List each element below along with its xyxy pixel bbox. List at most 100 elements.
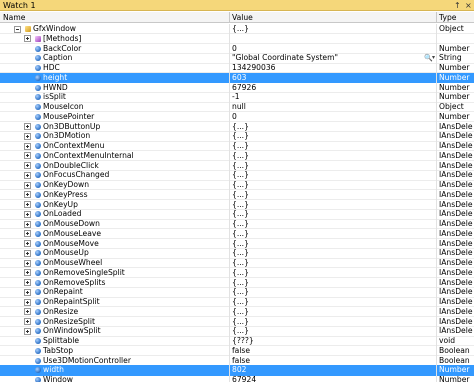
watch-row[interactable]: TabStop false Boolean (0, 345, 474, 356)
column-header-value[interactable]: Value (229, 12, 253, 23)
watch-row[interactable]: Window 67924 Number (0, 375, 474, 382)
expand-icon[interactable] (24, 142, 31, 150)
expand-icon[interactable] (24, 152, 31, 160)
magnifier-icon[interactable]: 🔍 (424, 53, 433, 63)
watch-row[interactable]: MousePointer 0 Number (0, 111, 474, 122)
watch-row[interactable]: OnContextMenuInternal {...} IAnsDele (0, 150, 474, 161)
row-value-cell[interactable]: {...} (229, 277, 436, 288)
expand-icon[interactable] (24, 35, 31, 43)
row-value-cell[interactable]: false (229, 345, 436, 356)
column-header-type[interactable]: Type (436, 12, 456, 23)
row-value-cell[interactable]: {...} (229, 209, 436, 220)
expand-icon[interactable] (24, 327, 31, 335)
row-value-cell[interactable]: {...} (229, 150, 436, 161)
expand-icon[interactable] (24, 318, 31, 325)
watch-row[interactable]: OnRemoveSplits {...} IAnsDele (0, 277, 474, 288)
expand-icon[interactable] (24, 210, 31, 218)
watch-row[interactable]: OnMouseDown {...} IAnsDele (0, 219, 474, 230)
watch-row[interactable]: OnResizeSplit {...} IAnsDele (0, 316, 474, 327)
collapse-icon[interactable] (14, 25, 21, 33)
row-value-cell[interactable]: {...} (229, 131, 436, 142)
row-value-cell[interactable]: {...} (229, 180, 436, 190)
row-value-cell[interactable] (229, 33, 436, 44)
expand-icon[interactable] (24, 298, 31, 306)
row-value-cell[interactable]: 134290036 (229, 63, 436, 73)
watch-row[interactable]: OnMouseWheel {...} IAnsDele (0, 258, 474, 269)
watch-row[interactable]: Splittable {???} void (0, 336, 474, 347)
row-value-cell[interactable]: {...} (229, 170, 436, 181)
watch-row[interactable]: OnKeyDown {...} IAnsDele (0, 180, 474, 191)
expand-icon[interactable] (24, 230, 31, 238)
watch-row[interactable]: OnKeyUp {...} IAnsDele (0, 199, 474, 210)
watch-row[interactable]: isSplit -1 Number (0, 92, 474, 103)
expand-icon[interactable] (24, 132, 31, 140)
expand-icon[interactable] (24, 191, 31, 199)
row-value-cell[interactable]: {...} (229, 199, 436, 210)
column-header-name[interactable]: Name (0, 12, 25, 23)
watch-row[interactable]: Caption "Global Coordinate System" 🔍 ▾ Strin… (0, 53, 474, 64)
expand-icon[interactable] (24, 308, 31, 316)
watch-row[interactable]: On3DMotion {...} IAnsDele (0, 131, 474, 142)
expand-icon[interactable] (24, 123, 31, 130)
expand-icon[interactable] (24, 269, 31, 277)
watch-row[interactable]: OnResize {...} IAnsDele (0, 306, 474, 317)
watch-row[interactable]: Use3DMotionController false Boolean (0, 355, 474, 366)
watch-row[interactable]: OnMouseMove {...} IAnsDele (0, 238, 474, 249)
expand-icon[interactable] (24, 249, 31, 257)
row-value-cell[interactable]: false (229, 355, 436, 366)
watch-row[interactable]: OnRepaintSplit {...} IAnsDele (0, 297, 474, 308)
watch-row[interactable]: OnDoubleClick {...} IAnsDele (0, 160, 474, 171)
expand-icon[interactable] (24, 279, 31, 286)
row-value-cell[interactable]: 67926 (229, 82, 436, 93)
watch-row[interactable]: OnRepaint {...} IAnsDele (0, 287, 474, 298)
row-value-cell[interactable]: {...} (229, 121, 436, 132)
watch-row[interactable]: height 603 Number (0, 72, 474, 83)
row-value-cell[interactable]: "Global Coordinate System" (229, 53, 436, 64)
row-value-cell[interactable]: {...} (229, 160, 436, 171)
watch-row[interactable]: HDC 134290036 Number (0, 63, 474, 74)
row-value-cell[interactable]: {...} (229, 141, 436, 151)
watch-row[interactable]: MouseIcon null Object (0, 102, 474, 113)
row-value-cell[interactable]: 67924 (229, 375, 436, 382)
expand-icon[interactable] (24, 220, 31, 228)
row-value-cell[interactable]: {...} (229, 238, 436, 249)
expand-icon[interactable] (24, 288, 31, 296)
expand-icon[interactable] (24, 259, 31, 267)
row-value-cell[interactable]: -1 (229, 92, 436, 103)
row-value-cell[interactable]: 802 (229, 365, 436, 376)
expand-icon[interactable] (24, 181, 31, 189)
watch-row[interactable]: BackColor 0 Number (0, 43, 474, 54)
watch-row[interactable]: [Methods] (0, 33, 474, 44)
row-value-cell[interactable]: {...} (229, 326, 436, 337)
expand-icon[interactable] (24, 201, 31, 208)
watch-row[interactable]: OnLoaded {...} IAnsDele (0, 209, 474, 220)
row-value-cell[interactable]: {...} (229, 24, 436, 34)
watch-row[interactable]: OnFocusChanged {...} IAnsDele (0, 170, 474, 181)
expand-icon[interactable] (24, 171, 31, 179)
watch-row[interactable]: OnWindowSplit {...} IAnsDele (0, 326, 474, 337)
row-value-cell[interactable]: {...} (229, 219, 436, 229)
watch-row[interactable]: OnMouseUp {...} IAnsDele (0, 248, 474, 259)
row-value-cell[interactable]: {???} (229, 336, 436, 346)
row-value-cell[interactable]: null (229, 102, 436, 112)
watch-row[interactable]: width 802 Number (0, 365, 474, 376)
watch-row[interactable]: OnContextMenu {...} IAnsDele (0, 141, 474, 152)
pin-icon[interactable]: ↑ (454, 0, 461, 11)
row-value-cell[interactable]: {...} (229, 316, 436, 327)
watch-row[interactable]: OnRemoveSingleSplit {...} IAnsDele (0, 267, 474, 278)
expand-icon[interactable] (24, 240, 31, 247)
watch-row[interactable]: OnMouseLeave {...} IAnsDele (0, 228, 474, 239)
watch-row[interactable]: On3DButtonUp {...} IAnsDele (0, 121, 474, 132)
row-value-cell[interactable]: {...} (229, 228, 436, 239)
row-value-cell[interactable]: {...} (229, 248, 436, 259)
row-value-cell[interactable]: {...} (229, 306, 436, 317)
row-value-cell[interactable]: 0 (229, 43, 436, 54)
row-value-cell[interactable]: 603 (229, 72, 436, 83)
row-value-cell[interactable]: {...} (229, 297, 436, 307)
watch-row[interactable]: GfxWindow {...} Object (0, 24, 474, 35)
row-value-cell[interactable]: {...} (229, 267, 436, 278)
row-value-cell[interactable]: {...} (229, 189, 436, 200)
watch-row[interactable]: OnKeyPress {...} IAnsDele (0, 189, 474, 200)
row-value-cell[interactable]: {...} (229, 287, 436, 298)
watch-row[interactable]: HWND 67926 Number (0, 82, 474, 93)
